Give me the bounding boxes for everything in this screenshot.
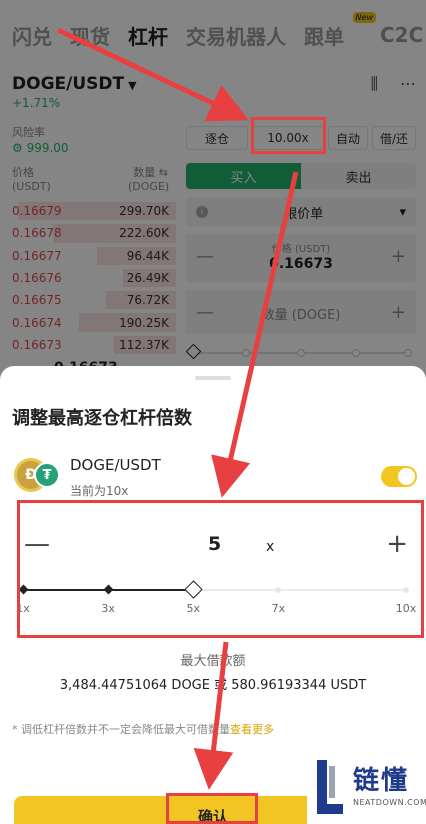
note-text: * 调低杠杆倍数并不一定会降低最大可借数量 (12, 723, 230, 736)
annotation-box-leverage (251, 117, 326, 154)
annotation-box-confirm (166, 793, 258, 824)
toggle-knob (398, 468, 415, 485)
max-borrow-value: 3,484.44751064 DOGE 或 580.96193344 USDT (59, 678, 367, 693)
max-borrow-label: 最大借款额 (180, 654, 246, 669)
pair-coin-icon: Ð ₮ (14, 458, 62, 492)
pair-toggle[interactable] (381, 466, 417, 487)
sheet-pair: DOGE/USDT (70, 456, 161, 474)
view-more-link[interactable]: 查看更多 (230, 723, 274, 736)
sheet-drag-handle[interactable] (195, 376, 231, 380)
usdt-coin-icon: ₮ (34, 462, 60, 488)
annotation-box-stepper (17, 500, 424, 638)
current-leverage: 当前为10x (70, 484, 129, 498)
watermark-url: NEATDOWN.COM (353, 798, 426, 807)
watermark-text: 链懂 (353, 766, 410, 796)
sheet-title: 调整最高逐仓杠杆倍数 (12, 408, 192, 429)
watermark: 链懂 NEATDOWN.COM (307, 752, 426, 824)
watermark-logo (317, 760, 343, 814)
leverage-note: * 调低杠杆倍数并不一定会降低最大可借数量查看更多 (12, 721, 274, 737)
